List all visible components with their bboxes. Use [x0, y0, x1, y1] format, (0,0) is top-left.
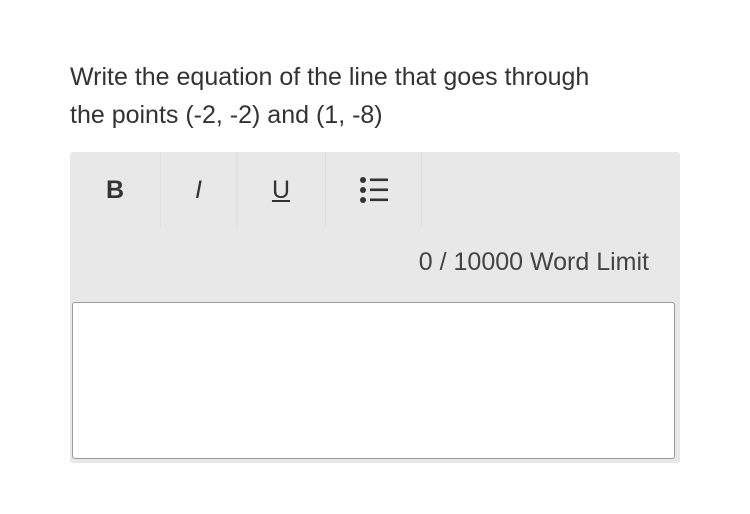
bulleted-list-icon [359, 176, 389, 204]
word-count-suffix: Word Limit [523, 248, 649, 276]
bulleted-list-button[interactable] [325, 152, 422, 228]
question-text: Write the equation of the line that goes… [70, 58, 690, 134]
answer-input[interactable] [72, 302, 675, 459]
bold-button[interactable]: B [70, 152, 160, 228]
editor-toolbar: B I U [70, 152, 422, 228]
question-line-1: Write the equation of the line that goes… [70, 63, 590, 91]
word-count-limit: 10000 [453, 248, 524, 276]
word-count-label: 0 / 10000 Word Limit [419, 248, 649, 277]
word-count-separator: / [432, 248, 454, 276]
question-line-2: the points (-2, -2) and (1, -8) [70, 101, 383, 129]
rich-text-editor: B I U 0 / 10000 Word Limit [70, 152, 680, 463]
underline-button[interactable]: U [236, 152, 325, 228]
italic-button[interactable]: I [160, 152, 236, 228]
word-count-current: 0 [418, 248, 433, 276]
